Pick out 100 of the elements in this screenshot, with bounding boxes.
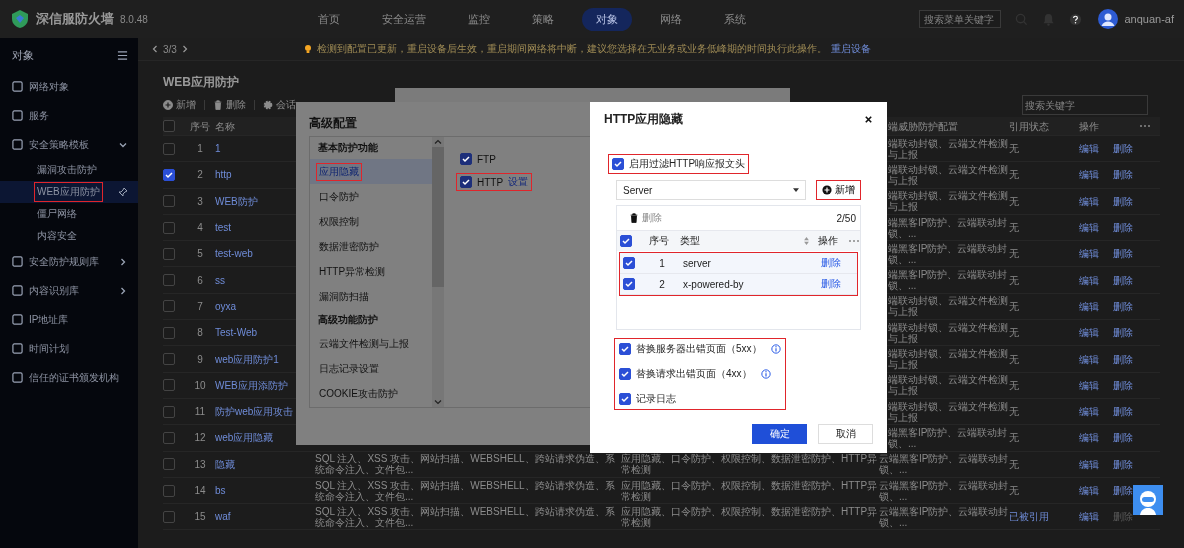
checkbox[interactable] bbox=[163, 120, 175, 132]
name-link[interactable]: web应用隐藏 bbox=[215, 432, 274, 444]
checkbox[interactable] bbox=[163, 195, 175, 208]
info-icon[interactable] bbox=[760, 369, 771, 379]
delete-link[interactable]: 删除 bbox=[1113, 274, 1133, 286]
sidebar-item[interactable]: 安全策略模板 bbox=[29, 137, 112, 152]
name-link[interactable]: test bbox=[215, 222, 232, 234]
delete-link[interactable]: 删除 bbox=[1113, 379, 1133, 391]
edit-link[interactable]: 编辑 bbox=[1079, 169, 1099, 181]
delete-link[interactable]: 删除 bbox=[1113, 432, 1133, 444]
checkbox[interactable] bbox=[619, 368, 631, 380]
edit-link[interactable]: 编辑 bbox=[1079, 485, 1099, 496]
edit-link[interactable]: 编辑 bbox=[1079, 195, 1099, 207]
edit-link[interactable]: 编辑 bbox=[1079, 353, 1099, 365]
sidebar-item[interactable]: 漏洞攻击防护 bbox=[34, 160, 100, 180]
list-item[interactable]: COOKIE攻击防护 bbox=[310, 381, 432, 406]
edit-link[interactable]: 编辑 bbox=[1079, 432, 1099, 444]
delete-link[interactable]: 删除 bbox=[1113, 458, 1133, 470]
checkbox[interactable] bbox=[163, 326, 175, 339]
scrollbar[interactable] bbox=[432, 137, 444, 407]
nav-tab[interactable]: 网络 bbox=[645, 7, 696, 31]
edit-link[interactable]: 编辑 bbox=[1079, 143, 1099, 155]
edit-link[interactable]: 编辑 bbox=[1079, 458, 1099, 470]
sidebar-item[interactable]: WEB应用防护 bbox=[34, 182, 103, 202]
assistant-icon[interactable] bbox=[1133, 485, 1163, 515]
checkbox[interactable] bbox=[623, 257, 635, 269]
sidebar-item[interactable]: 内容安全 bbox=[34, 226, 80, 246]
sidebar-item[interactable]: 僵尸网络 bbox=[34, 204, 80, 224]
list-item[interactable]: 口令防护 bbox=[310, 184, 432, 209]
sidebar-item[interactable]: 信任的证书颁发机构 bbox=[29, 370, 128, 385]
nav-tab[interactable]: 首页 bbox=[303, 7, 354, 31]
more-icon[interactable] bbox=[847, 239, 860, 243]
confirm-button[interactable]: 确定 bbox=[752, 424, 807, 444]
checkbox[interactable] bbox=[460, 153, 472, 165]
list-item[interactable]: 应用隐藏 bbox=[310, 159, 432, 184]
delete-link[interactable]: 删除 bbox=[1113, 222, 1133, 234]
edit-link[interactable]: 编辑 bbox=[1079, 222, 1099, 234]
nav-tab[interactable]: 对象 bbox=[581, 7, 632, 31]
delete-button[interactable]: 删除 bbox=[629, 209, 662, 227]
close-icon[interactable] bbox=[864, 114, 873, 124]
toolbar-button[interactable]: 删除 bbox=[213, 96, 246, 114]
list-item[interactable]: 云端文件检测与上报 bbox=[310, 331, 432, 356]
chevron-right-icon[interactable] bbox=[118, 256, 128, 267]
name-link[interactable]: WEB防护 bbox=[215, 195, 258, 207]
edit-link[interactable]: 编辑 bbox=[1079, 300, 1099, 312]
pin-icon[interactable] bbox=[118, 187, 128, 197]
chevron-left-icon[interactable] bbox=[150, 44, 160, 54]
name-link[interactable]: ss bbox=[215, 274, 225, 286]
checkbox[interactable] bbox=[163, 510, 175, 523]
chevron-up-icon[interactable] bbox=[433, 137, 443, 147]
checkbox[interactable] bbox=[620, 235, 632, 247]
search-field[interactable]: 搜索关键字 bbox=[1022, 95, 1148, 115]
checkbox[interactable] bbox=[619, 393, 631, 405]
chevron-down-icon[interactable] bbox=[433, 397, 443, 407]
name-link[interactable]: WEB应用添防护 bbox=[215, 379, 288, 391]
list-item[interactable]: 日志记录设置 bbox=[310, 356, 432, 381]
nav-tab[interactable]: 系统 bbox=[709, 7, 760, 31]
name-link[interactable]: test-web bbox=[215, 248, 253, 260]
search-field[interactable]: 搜索菜单关键字 bbox=[919, 10, 1002, 28]
edit-link[interactable]: 编辑 bbox=[1079, 274, 1099, 286]
info-icon[interactable] bbox=[770, 344, 781, 354]
more-icon[interactable] bbox=[1139, 124, 1151, 128]
name-link[interactable]: web应用防护1 bbox=[215, 353, 279, 365]
checkbox[interactable] bbox=[163, 431, 175, 444]
delete-link[interactable]: 删除 bbox=[821, 256, 841, 270]
nav-tab[interactable]: 监控 bbox=[453, 7, 504, 31]
sidebar-item[interactable]: 安全防护规则库 bbox=[29, 254, 112, 269]
checkbox[interactable] bbox=[460, 176, 472, 188]
checkbox[interactable] bbox=[163, 274, 175, 287]
delete-link[interactable]: 删除 bbox=[1113, 169, 1133, 181]
name-link[interactable]: oyxa bbox=[215, 300, 237, 312]
checkbox[interactable] bbox=[163, 379, 175, 392]
sidebar-item[interactable]: 时间计划 bbox=[29, 341, 128, 356]
name-link[interactable]: 隐藏 bbox=[215, 458, 235, 470]
checkbox[interactable] bbox=[163, 458, 175, 471]
name-link[interactable]: 1 bbox=[215, 143, 221, 155]
sidebar-item[interactable]: IP地址库 bbox=[29, 312, 128, 327]
cancel-button[interactable]: 取消 bbox=[818, 424, 873, 444]
user-name[interactable]: anquan-af bbox=[1124, 13, 1174, 25]
delete-link[interactable]: 删除 bbox=[821, 277, 841, 291]
edit-link[interactable]: 编辑 bbox=[1079, 379, 1099, 391]
checkbox[interactable] bbox=[163, 353, 175, 365]
edit-link[interactable]: 编辑 bbox=[1079, 511, 1099, 523]
sidebar-item[interactable]: 服务 bbox=[29, 108, 128, 123]
nav-tab[interactable]: 安全运营 bbox=[367, 7, 440, 31]
name-link[interactable]: 防护web应用攻击 bbox=[215, 406, 294, 418]
checkbox[interactable] bbox=[163, 300, 175, 313]
chevron-right-icon[interactable] bbox=[118, 285, 128, 296]
delete-link[interactable]: 删除 bbox=[1113, 327, 1133, 339]
checkbox[interactable] bbox=[163, 484, 175, 497]
delete-link[interactable]: 删除 bbox=[1113, 195, 1133, 207]
checkbox[interactable] bbox=[619, 343, 631, 355]
header-select[interactable]: Server bbox=[616, 180, 806, 200]
name-link[interactable]: Test-Web bbox=[215, 327, 258, 339]
checkbox[interactable] bbox=[163, 142, 175, 155]
list-item[interactable]: 数据泄密防护 bbox=[310, 234, 432, 259]
checkbox[interactable] bbox=[163, 247, 175, 260]
delete-link[interactable]: 删除 bbox=[1113, 406, 1133, 418]
checkbox[interactable] bbox=[612, 158, 624, 170]
name-link[interactable]: waf bbox=[215, 511, 231, 523]
